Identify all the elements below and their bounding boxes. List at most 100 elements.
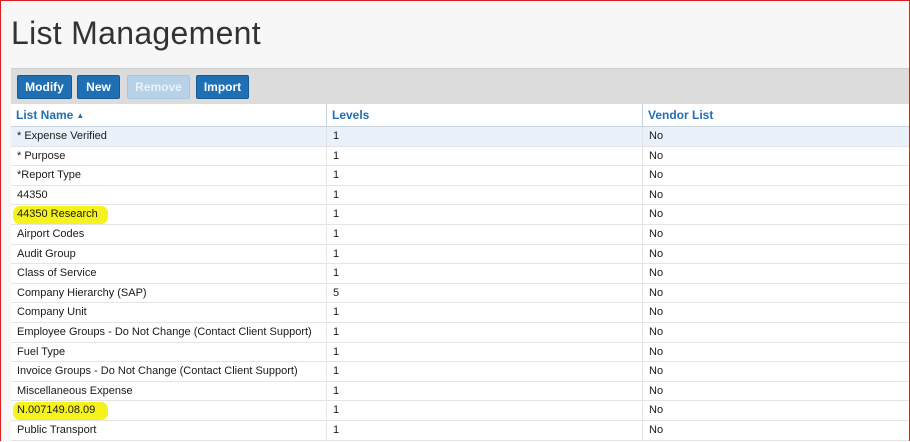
levels-cell: 1 — [333, 130, 340, 142]
remove-button[interactable]: Remove — [127, 75, 190, 99]
levels-cell: 1 — [333, 423, 340, 436]
table-row[interactable]: Class of Service 1 No — [11, 264, 909, 284]
table-row[interactable]: N.007149.08.09 1 No — [11, 401, 909, 421]
table-header: List Name ▲ Levels Vendor List — [11, 104, 909, 127]
levels-cell: 1 — [333, 267, 340, 280]
list-name-cell: Class of Service — [17, 267, 97, 280]
column-separator — [642, 362, 643, 382]
levels-cell: 1 — [333, 188, 340, 201]
table-row[interactable]: Audit Group 1 No — [11, 244, 909, 265]
levels-cell: 1 — [333, 227, 340, 240]
column-separator — [326, 244, 327, 264]
column-separator — [642, 420, 643, 440]
levels-cell: 1 — [333, 169, 340, 182]
column-separator — [326, 342, 327, 362]
vendor-list-cell: No — [649, 169, 664, 182]
column-separator — [326, 185, 327, 205]
column-separator — [642, 244, 643, 264]
vendor-list-cell: No — [649, 365, 664, 378]
list-name-cell: Company Unit — [17, 306, 87, 319]
vendor-list-cell: No — [649, 188, 664, 201]
toolbar: Modify New Remove Import — [11, 68, 909, 104]
table-row[interactable]: Fuel Type 1 No — [11, 342, 909, 363]
list-name-cell: * Expense Verified — [17, 130, 107, 142]
levels-cell: 1 — [333, 384, 340, 397]
column-separator — [326, 166, 327, 186]
table-row[interactable]: Company Hierarchy (SAP) 5 No — [11, 283, 909, 304]
column-separator — [326, 303, 327, 323]
table-body: * Expense Verified 1 No * Purpose 1 No *Report… — [11, 127, 909, 441]
table-row[interactable]: * Expense Verified 1 No — [11, 127, 909, 147]
list-table: List Name ▲ Levels Vendor List * Expense … — [11, 104, 909, 441]
levels-cell: 5 — [333, 286, 340, 299]
column-separator — [326, 401, 327, 421]
table-row[interactable]: Airport Codes 1 No — [11, 224, 909, 245]
column-separator — [642, 381, 643, 401]
vendor-list-cell: No — [649, 247, 664, 260]
list-name-cell: N.007149.08.09 — [17, 404, 96, 417]
column-header-vendor-list[interactable]: Vendor List — [643, 104, 909, 126]
column-separator — [326, 283, 327, 303]
table-row[interactable]: 44350 1 No — [11, 185, 909, 206]
levels-cell: 1 — [333, 325, 340, 338]
column-separator — [326, 264, 327, 284]
column-header-list-name[interactable]: List Name ▲ — [11, 104, 326, 126]
levels-cell: 1 — [333, 404, 340, 417]
vendor-list-cell: No — [649, 286, 664, 299]
table-row[interactable]: 44350 Research 1 No — [11, 205, 909, 225]
modify-button[interactable]: Modify — [17, 75, 72, 99]
levels-cell: 1 — [333, 365, 340, 378]
vendor-list-cell: No — [649, 306, 664, 319]
table-row[interactable]: *Report Type 1 No — [11, 166, 909, 186]
column-separator — [642, 401, 643, 421]
column-separator — [642, 127, 643, 146]
list-name-cell: Fuel Type — [17, 345, 66, 358]
column-separator — [326, 224, 327, 244]
table-row[interactable]: Miscellaneous Expense 1 No — [11, 381, 909, 402]
vendor-list-cell: No — [649, 325, 664, 338]
list-name-cell: Invoice Groups - Do Not Change (Contact … — [17, 365, 298, 378]
column-header-label: List Name — [16, 108, 74, 122]
table-row[interactable]: * Purpose 1 No — [11, 146, 909, 167]
list-name-cell: *Report Type — [17, 169, 82, 182]
levels-cell: 1 — [333, 149, 340, 162]
column-separator — [326, 127, 327, 146]
column-separator — [326, 381, 327, 401]
vendor-list-cell: No — [649, 208, 664, 221]
list-name-cell: * Purpose — [17, 149, 66, 162]
list-name-cell: Airport Codes — [17, 227, 85, 240]
column-separator — [642, 283, 643, 303]
column-separator — [326, 362, 327, 382]
list-name-cell: 44350 — [17, 188, 48, 201]
column-separator — [642, 264, 643, 284]
column-header-levels[interactable]: Levels — [327, 104, 642, 126]
column-separator — [642, 322, 643, 342]
list-name-cell: Employee Groups - Do Not Change (Contact… — [17, 325, 312, 338]
levels-cell: 1 — [333, 208, 340, 221]
column-separator — [642, 166, 643, 186]
table-row[interactable]: Company Unit 1 No — [11, 303, 909, 323]
column-separator — [326, 322, 327, 342]
levels-cell: 1 — [333, 306, 340, 319]
list-name-cell: Audit Group — [17, 247, 76, 260]
import-button[interactable]: Import — [196, 75, 249, 99]
vendor-list-cell: No — [649, 227, 664, 240]
table-row[interactable]: Employee Groups - Do Not Change (Contact… — [11, 322, 909, 343]
list-name-cell: Public Transport — [17, 423, 97, 436]
list-name-cell: Miscellaneous Expense — [17, 384, 133, 397]
column-separator — [642, 146, 643, 166]
vendor-list-cell: No — [649, 384, 664, 397]
new-button[interactable]: New — [77, 75, 120, 99]
table-row[interactable]: Invoice Groups - Do Not Change (Contact … — [11, 362, 909, 382]
column-separator — [326, 205, 327, 225]
column-separator — [642, 342, 643, 362]
list-name-cell: Company Hierarchy (SAP) — [17, 286, 147, 299]
column-separator — [642, 224, 643, 244]
table-row[interactable]: Public Transport 1 No — [11, 420, 909, 441]
vendor-list-cell: No — [649, 149, 664, 162]
app-window: List Management Modify New Remove Import… — [0, 0, 910, 441]
page-title: List Management — [11, 15, 261, 51]
column-separator — [326, 146, 327, 166]
column-separator — [642, 303, 643, 323]
sort-ascending-icon: ▲ — [76, 111, 85, 120]
